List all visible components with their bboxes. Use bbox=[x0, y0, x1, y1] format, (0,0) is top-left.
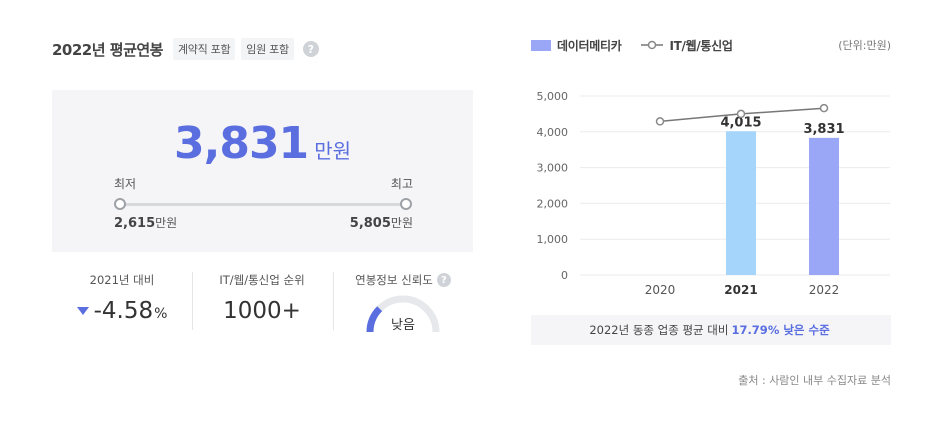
legend-bar-swatch bbox=[531, 39, 551, 51]
stats-row: 2021년 대비 -4.58% IT/웹/통신업 순위 1000+ 연봉정보 신… bbox=[52, 272, 473, 334]
reliability-gauge: 낮음 bbox=[365, 294, 441, 334]
min-salary-value: 2,615 bbox=[114, 216, 156, 231]
line-point bbox=[736, 109, 746, 119]
salary-range-track bbox=[122, 203, 407, 206]
stat-reliability-label-row: 연봉정보 신뢰도 ? bbox=[333, 272, 473, 288]
stat-yoy-value-row: -4.58% bbox=[52, 298, 192, 324]
salary-chart: 01,0002,0003,0004,0005,0002020 2021 20224,… bbox=[537, 90, 890, 297]
average-salary-box: 3,831 만원 최저 최고 2,615만원 5,805만원 bbox=[52, 90, 473, 252]
y-tick-label: 1,000 bbox=[537, 233, 569, 246]
bar-value-label: 3,831 bbox=[803, 122, 844, 137]
legend-company-label: 데이터메티카 bbox=[557, 38, 622, 53]
min-salary-unit: 만원 bbox=[155, 216, 178, 230]
min-label: 최저 bbox=[114, 177, 137, 191]
bar bbox=[809, 137, 839, 275]
y-tick-label: 2,000 bbox=[537, 197, 569, 210]
max-label: 최고 bbox=[390, 177, 413, 191]
average-salary: 3,831 만원 bbox=[52, 118, 473, 169]
title-row: 2022년 평균연봉 계약직 포함 임원 포함 ? bbox=[52, 38, 319, 60]
legend-industry-label: IT/웹/통신업 bbox=[669, 38, 733, 53]
compare-text: 2022년 동종 업종 평균 대비 bbox=[589, 323, 729, 337]
range-max-handle bbox=[400, 198, 412, 210]
y-tick-label: 3,000 bbox=[537, 162, 569, 175]
unit-note: (단위:만원) bbox=[838, 39, 891, 52]
x-tick-label: 2021 bbox=[724, 283, 757, 297]
max-salary-value: 5,805 bbox=[349, 216, 391, 231]
page-title: 2022년 평균연봉 bbox=[52, 40, 163, 59]
question-circle-icon[interactable]: ? bbox=[436, 273, 451, 287]
stat-reliability-value: 낮음 bbox=[391, 318, 415, 333]
y-tick-label: 0 bbox=[561, 269, 568, 282]
stat-rank-value: 1000+ bbox=[223, 298, 301, 324]
tag-executive-included: 임원 포함 bbox=[241, 38, 294, 60]
stat-yoy-value: -4.58 bbox=[93, 298, 154, 324]
stat-rank-label: IT/웹/통신업 순위 bbox=[219, 273, 305, 287]
x-tick-label: 2020 bbox=[645, 283, 676, 297]
stat-reliability: 연봉정보 신뢰도 ? 낮음 bbox=[333, 272, 473, 334]
average-salary-value: 3,831 bbox=[174, 118, 309, 169]
industry-compare-box: 2022년 동종 업종 평균 대비 17.79% 낮은 수준 bbox=[531, 315, 891, 345]
question-circle-icon[interactable]: ? bbox=[302, 41, 319, 57]
stat-rank: IT/웹/통신업 순위 1000+ bbox=[192, 272, 332, 324]
tag-contract-included: 계약직 포함 bbox=[172, 38, 236, 60]
y-tick-label: 5,000 bbox=[537, 90, 569, 103]
average-salary-unit: 만원 bbox=[314, 139, 351, 163]
down-triangle-icon bbox=[76, 307, 89, 315]
bar bbox=[726, 131, 756, 275]
legend-line-marker-icon bbox=[641, 40, 664, 50]
chart-legend: 데이터메티카 IT/웹/통신업 bbox=[531, 36, 733, 54]
line-point bbox=[655, 117, 665, 126]
stat-yoy: 2021년 대비 -4.58% bbox=[52, 272, 192, 324]
min-salary: 2,615만원 bbox=[114, 214, 177, 231]
y-tick-label: 4,000 bbox=[537, 126, 569, 139]
x-tick-label: 2022 bbox=[809, 283, 840, 297]
max-salary: 5,805만원 bbox=[350, 214, 413, 231]
max-salary-unit: 만원 bbox=[390, 216, 413, 230]
compare-highlight: 17.79% 낮은 수준 bbox=[731, 323, 830, 337]
stat-reliability-label: 연봉정보 신뢰도 bbox=[355, 273, 433, 287]
line-point bbox=[819, 103, 829, 113]
stat-yoy-unit: % bbox=[154, 306, 168, 322]
stat-yoy-label: 2021년 대비 bbox=[89, 273, 155, 287]
source-note: 출처 : 사람인 내부 수집자료 분석 bbox=[738, 374, 891, 387]
range-min-handle bbox=[114, 198, 126, 210]
